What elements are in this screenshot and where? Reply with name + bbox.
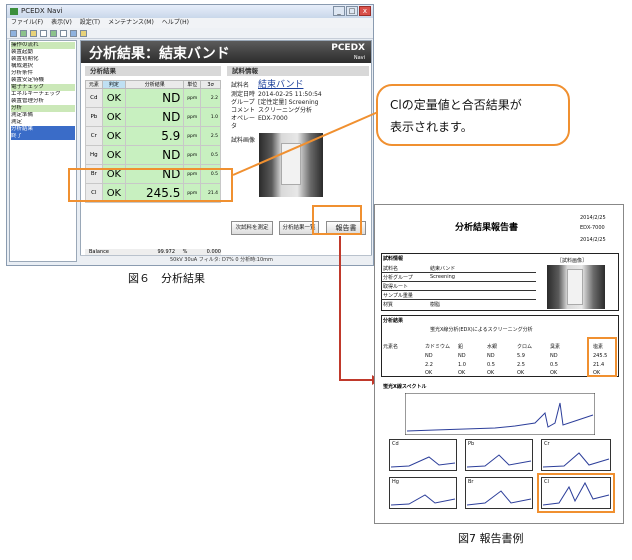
main-spectrum [405, 393, 595, 435]
report-cl-highlight [587, 337, 617, 377]
report-operator: EDX-7000 [580, 225, 605, 231]
report-analysis-section: 分析結果 [383, 318, 404, 324]
report-judge: OK [487, 370, 495, 376]
report-sample-key: サンプル重量 [383, 293, 413, 299]
figure-6-caption: 図６ 分析結果 [128, 272, 205, 285]
figure-7-caption: 図7 報告書例 [458, 532, 524, 545]
report-cl-spectrum-highlight [537, 473, 615, 513]
report-divider [381, 272, 536, 273]
report-sample-value: 樹脂 [430, 302, 441, 308]
report-date: 2014/2/25 [580, 215, 606, 221]
report-judge: OK [458, 370, 466, 376]
mini-line [390, 494, 456, 506]
report-col: クロム [517, 344, 533, 350]
report-date-2: 2014/2/25 [580, 237, 606, 243]
report-photo-label: ［試料画像］ [557, 258, 588, 264]
report-det: 2.5 [517, 362, 525, 368]
report-arrow [339, 236, 372, 381]
report-sample-key: 材質 [383, 302, 394, 308]
report-quant: ND [487, 353, 495, 359]
report-divider [381, 299, 536, 300]
mini-line [466, 490, 532, 506]
report-divider [381, 281, 536, 282]
report-divider [381, 290, 536, 291]
report-spectrum-label: 蛍光X線スペクトル [383, 384, 427, 390]
report-page: 分析結果報告書 2014/2/25 EDX-7000 2014/2/25 試料情… [374, 204, 624, 524]
report-photo [547, 265, 605, 309]
report-title: 分析結果報告書 [455, 223, 519, 233]
report-judge: OK [550, 370, 558, 376]
report-sample-key: 取得ルート [383, 284, 409, 290]
report-quant: ND [458, 353, 466, 359]
mini-line [542, 452, 610, 468]
report-sample-key: 分析グループ [383, 275, 413, 281]
main-spectrum-frame [405, 393, 595, 435]
report-sample-value: 結束バンド [430, 266, 456, 272]
report-col: 元素名 [383, 344, 399, 350]
report-photo-object [567, 269, 583, 305]
report-det: 0.5 [550, 362, 558, 368]
report-method: 蛍光X線分析(EDX)によるスクリーニング分析 [430, 327, 533, 333]
report-sample-key: 試料名 [383, 266, 399, 272]
report-col: 水銀 [487, 344, 498, 350]
mini-line [466, 454, 532, 468]
report-judge: OK [425, 370, 433, 376]
report-col: 鉛 [458, 344, 464, 350]
report-sample-section: 試料情報 [383, 256, 404, 262]
report-col: 臭素 [550, 344, 561, 350]
callout-line-1: Clの定量値と合否結果が [390, 98, 522, 112]
report-quant: 5.9 [517, 353, 525, 359]
report-analysis-box [381, 315, 619, 377]
report-col: カドミウム [425, 344, 451, 350]
mini-line [390, 456, 456, 468]
report-quant: ND [550, 353, 558, 359]
callout-pointer [232, 111, 379, 176]
callout-line-2: 表示されます。 [390, 120, 473, 134]
report-sample-value: Screening [430, 274, 455, 280]
report-quant: ND [425, 353, 433, 359]
report-det: 2.2 [425, 362, 433, 368]
report-det: 0.5 [487, 362, 495, 368]
report-det: 1.0 [458, 362, 466, 368]
report-judge: OK [517, 370, 525, 376]
callout-bubble: Clの定量値と合否結果が 表示されます。 [376, 84, 570, 146]
